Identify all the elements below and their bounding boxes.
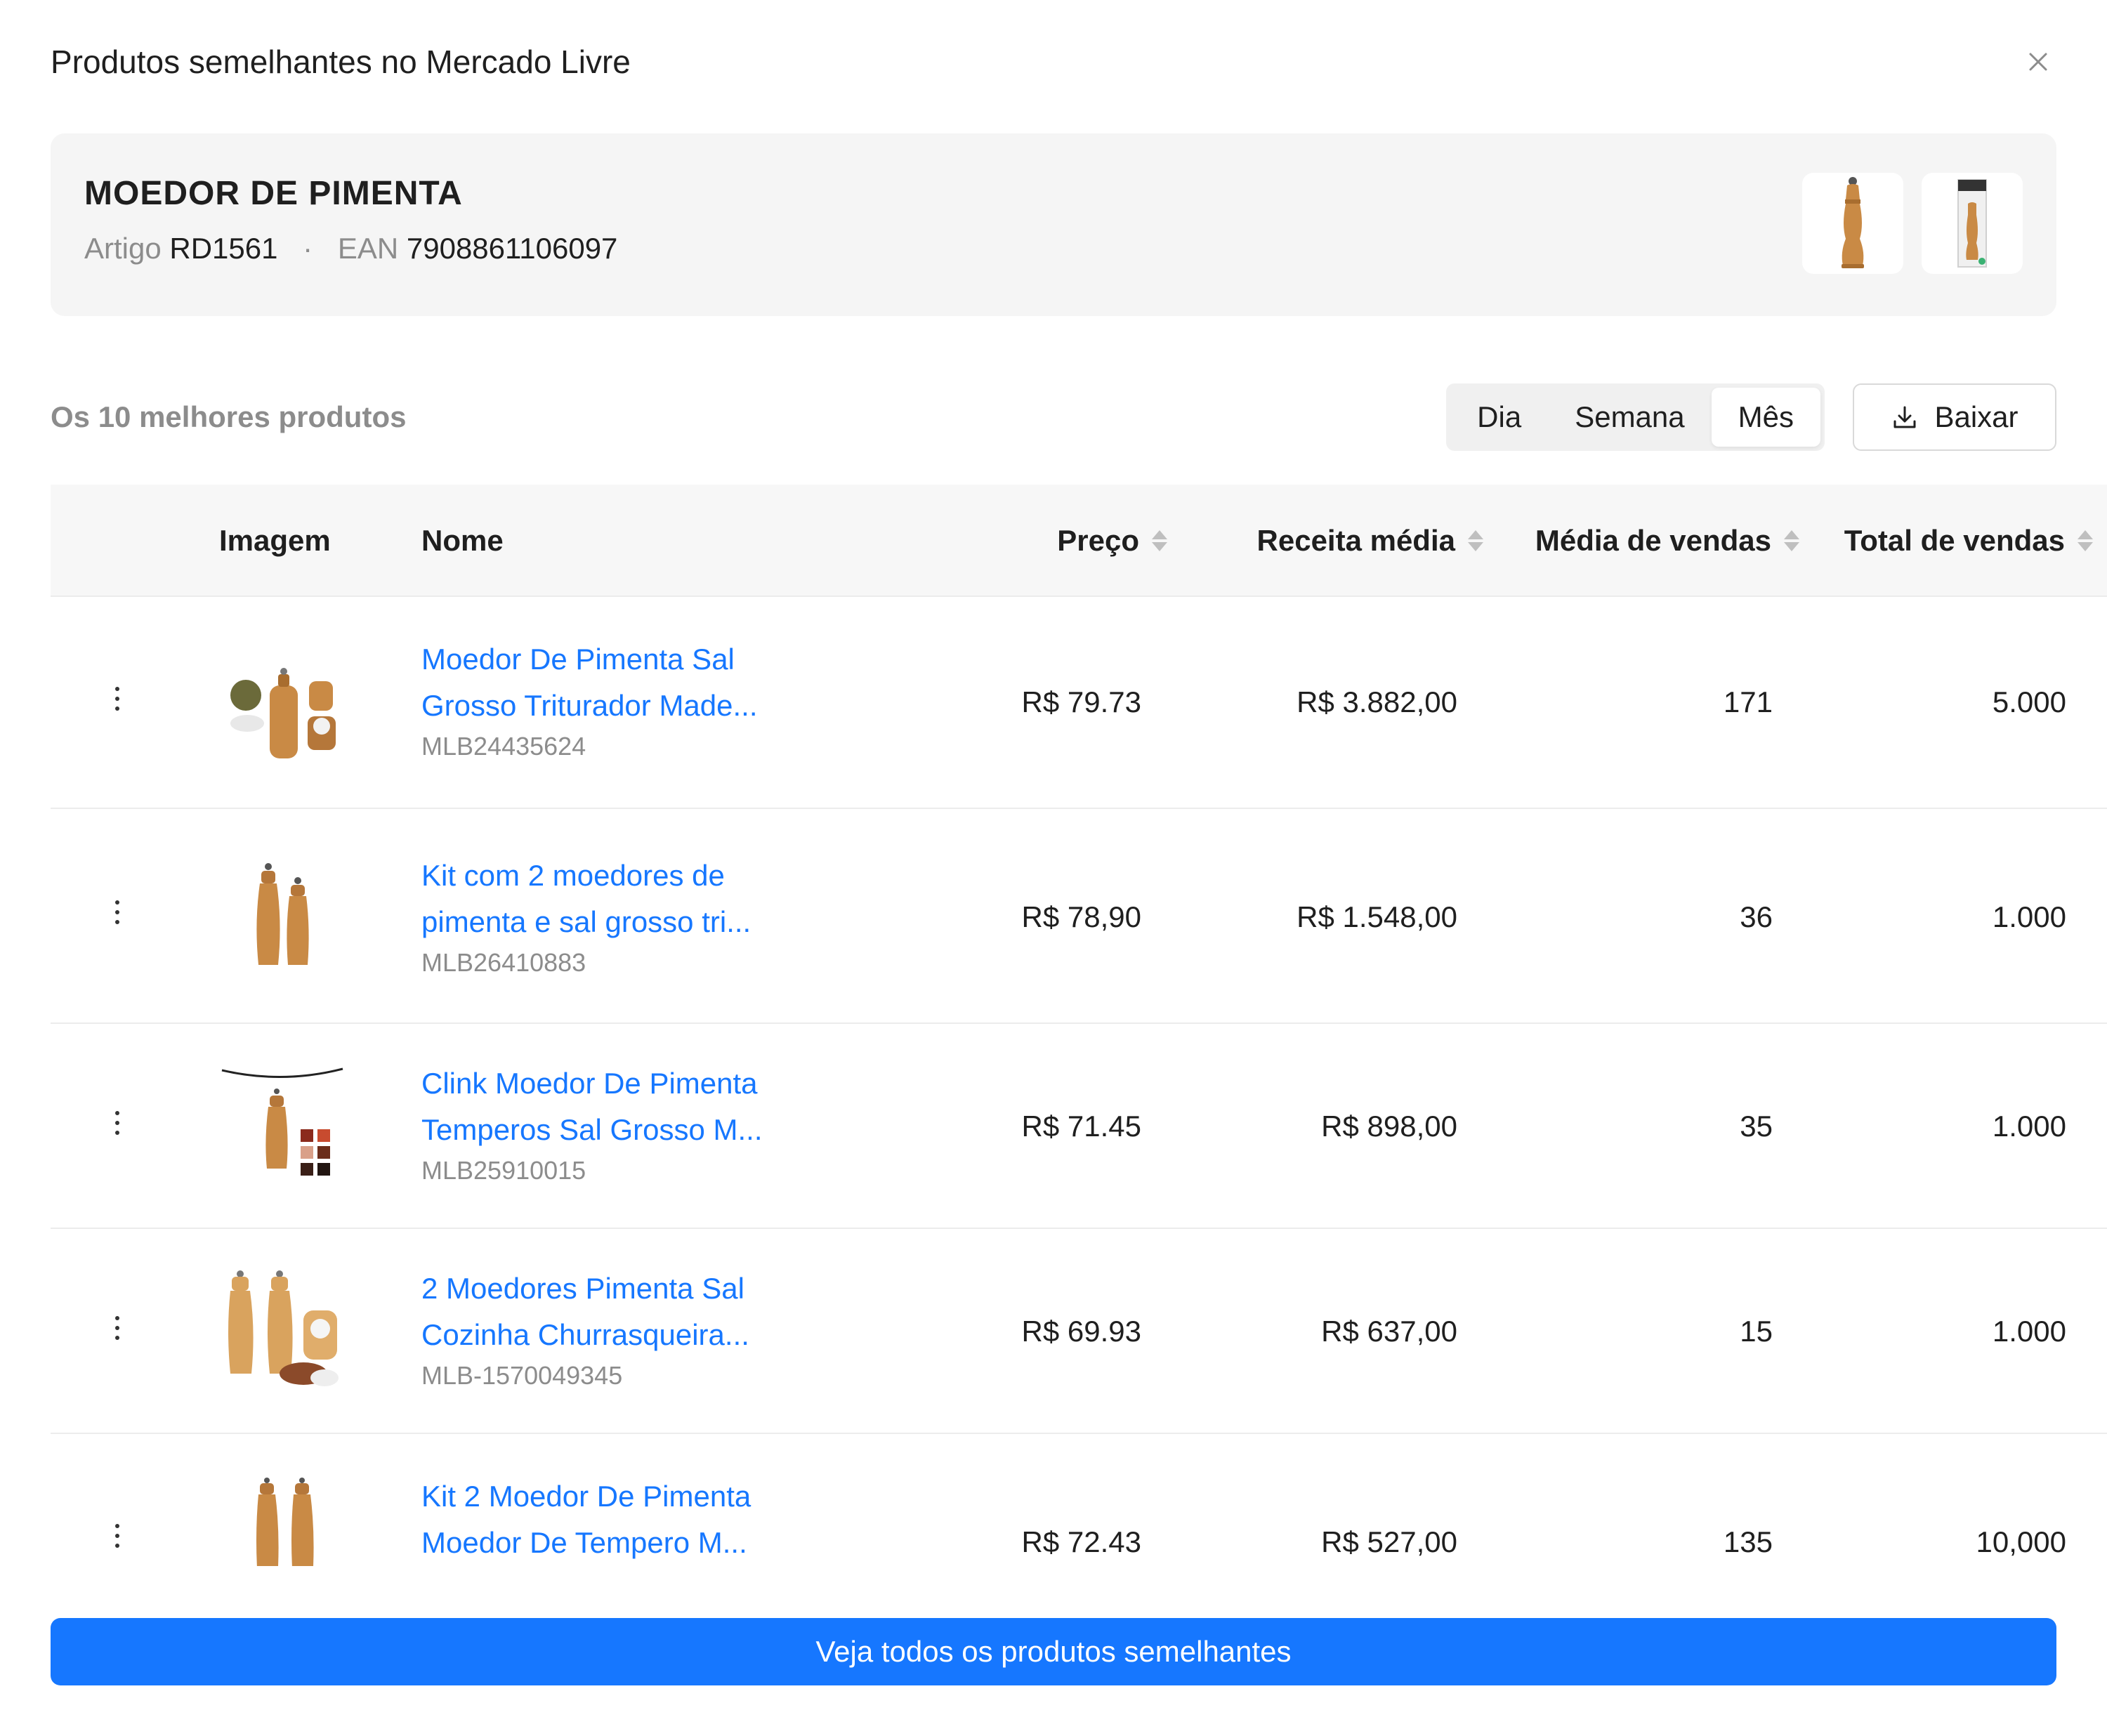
close-button[interactable]: [2020, 44, 2056, 80]
table-row: Clink Moedor De Pimenta Temperos Sal Gro…: [51, 1024, 2107, 1229]
price-cell: R$ 71.45: [1021, 1110, 1141, 1143]
pepper-grinder-image: [1842, 177, 1864, 268]
product-sku: MLB26410883: [421, 948, 586, 977]
sort-icon[interactable]: [1468, 530, 1483, 551]
price-cell: R$ 69.93: [1021, 1315, 1141, 1348]
column-avg-sales[interactable]: Média de vendas: [1483, 485, 1799, 597]
sort-icon[interactable]: [1784, 530, 1799, 551]
period-day[interactable]: Dia: [1450, 388, 1548, 447]
product-thumbnails: [1802, 173, 2023, 274]
more-vertical-icon[interactable]: [107, 687, 128, 711]
product-link[interactable]: pimenta e sal grosso tri...: [421, 899, 815, 945]
product-box-image: [1957, 179, 1987, 268]
total-sales-cell: 1.000: [1992, 1315, 2066, 1348]
column-name: Nome: [421, 524, 504, 557]
modal-footer: Veja todos os produtos semelhantes: [0, 1566, 2107, 1736]
column-avg-revenue[interactable]: Receita média: [1174, 485, 1483, 597]
view-all-similar-button[interactable]: Veja todos os produtos semelhantes: [51, 1618, 2056, 1685]
sort-icon[interactable]: [2078, 530, 2093, 551]
table-row: Kit 2 Moedor De Pimenta Moedor De Temper…: [51, 1434, 2107, 1566]
avg-sales-cell: 35: [1740, 1110, 1773, 1143]
period-month[interactable]: Mês: [1711, 388, 1820, 447]
product-link[interactable]: Cozinha Churrasqueira...: [421, 1312, 815, 1358]
avg-sales-cell: 171: [1723, 685, 1773, 718]
product-sku: MLB25910015: [421, 1156, 586, 1185]
period-selector: Dia Semana Mês: [1446, 383, 1825, 451]
more-vertical-icon[interactable]: [107, 900, 128, 924]
results-toolbar: Os 10 melhores produtos Dia Semana Mês B…: [51, 383, 2056, 451]
more-vertical-icon[interactable]: [107, 1111, 128, 1135]
column-image: Imagem: [219, 524, 331, 557]
meta-separator: ·: [303, 232, 313, 265]
product-image: [219, 1268, 346, 1395]
avg-revenue-cell: R$ 527,00: [1321, 1525, 1457, 1558]
avg-revenue-cell: R$ 3.882,00: [1297, 685, 1457, 718]
download-button[interactable]: Baixar: [1853, 383, 2056, 451]
product-link[interactable]: Temperos Sal Grosso M...: [421, 1107, 815, 1153]
product-name-cell: 2 Moedores Pimenta Sal Cozinha Churrasqu…: [421, 1265, 815, 1390]
product-sku: MLB-1570049345: [421, 1361, 623, 1390]
modal-title: Produtos semelhantes no Mercado Livre: [51, 44, 631, 80]
total-sales-cell: 10,000: [1976, 1525, 2066, 1558]
modal-header: Produtos semelhantes no Mercado Livre: [51, 37, 2056, 87]
download-icon: [1893, 406, 1916, 428]
product-thumbnail[interactable]: [1922, 173, 2023, 274]
download-label: Baixar: [1934, 400, 2019, 433]
product-image: [219, 639, 346, 765]
similar-products-table: Imagem Nome Preço Receita média Média de…: [51, 485, 2107, 1566]
product-link[interactable]: Moedor De Tempero M...: [421, 1520, 815, 1566]
product-link[interactable]: Clink Moedor De Pimenta: [421, 1060, 815, 1107]
total-sales-cell: 5.000: [1992, 685, 2066, 718]
product-name-cell: Kit 2 Moedor De Pimenta Moedor De Temper…: [421, 1473, 815, 1566]
product-link[interactable]: Kit com 2 moedores de: [421, 853, 815, 899]
avg-revenue-cell: R$ 1.548,00: [1297, 900, 1457, 933]
product-image: [219, 853, 346, 979]
product-image: [219, 1476, 346, 1566]
column-total-sales[interactable]: Total de vendas: [1799, 485, 2093, 597]
product-link[interactable]: 2 Moedores Pimenta Sal: [421, 1265, 815, 1312]
more-vertical-icon[interactable]: [107, 1316, 128, 1340]
table-header: Imagem Nome Preço Receita média Média de…: [51, 485, 2107, 597]
close-icon: [2029, 53, 2047, 71]
product-link[interactable]: Kit 2 Moedor De Pimenta: [421, 1473, 815, 1520]
price-cell: R$ 72.43: [1021, 1525, 1141, 1558]
product-name-cell: Moedor De Pimenta Sal Grosso Triturador …: [421, 636, 815, 761]
avg-revenue-cell: R$ 637,00: [1321, 1315, 1457, 1348]
table-row: 2 Moedores Pimenta Sal Cozinha Churrasqu…: [51, 1229, 2107, 1434]
more-vertical-icon[interactable]: [107, 1524, 128, 1548]
avg-sales-cell: 36: [1740, 900, 1773, 933]
product-name-cell: Clink Moedor De Pimenta Temperos Sal Gro…: [421, 1060, 815, 1185]
product-name: MOEDOR DE PIMENTA: [84, 175, 463, 212]
table-row: Kit com 2 moedores de pimenta e sal gros…: [51, 809, 2107, 1024]
ean-value: 7908861106097: [406, 232, 618, 265]
column-price[interactable]: Preço: [823, 485, 1167, 597]
product-image: [219, 1063, 346, 1190]
product-link[interactable]: Moedor De Pimenta Sal: [421, 636, 815, 683]
table-row: Moedor De Pimenta Sal Grosso Triturador …: [51, 597, 2107, 809]
product-name-cell: Kit com 2 moedores de pimenta e sal gros…: [421, 853, 815, 978]
price-cell: R$ 78,90: [1021, 900, 1141, 933]
price-cell: R$ 79.73: [1021, 685, 1141, 718]
product-meta: Artigo RD1561 · EAN 7908861106097: [84, 232, 617, 265]
avg-revenue-cell: R$ 898,00: [1321, 1110, 1457, 1143]
product-summary-card: MOEDOR DE PIMENTA Artigo RD1561 · EAN 79…: [51, 133, 2056, 316]
product-link[interactable]: Grosso Triturador Made...: [421, 683, 815, 729]
product-sku: MLB24435624: [421, 732, 586, 761]
article-value: RD1561: [169, 232, 278, 265]
ean-label: EAN: [337, 232, 399, 265]
sort-icon[interactable]: [1152, 530, 1167, 551]
avg-sales-cell: 135: [1723, 1525, 1773, 1558]
product-thumbnail[interactable]: [1802, 173, 1903, 274]
article-label: Artigo: [84, 232, 162, 265]
total-sales-cell: 1.000: [1992, 1110, 2066, 1143]
avg-sales-cell: 15: [1740, 1315, 1773, 1348]
period-week[interactable]: Semana: [1548, 388, 1711, 447]
top-products-label: Os 10 melhores produtos: [51, 400, 407, 433]
total-sales-cell: 1.000: [1992, 900, 2066, 933]
